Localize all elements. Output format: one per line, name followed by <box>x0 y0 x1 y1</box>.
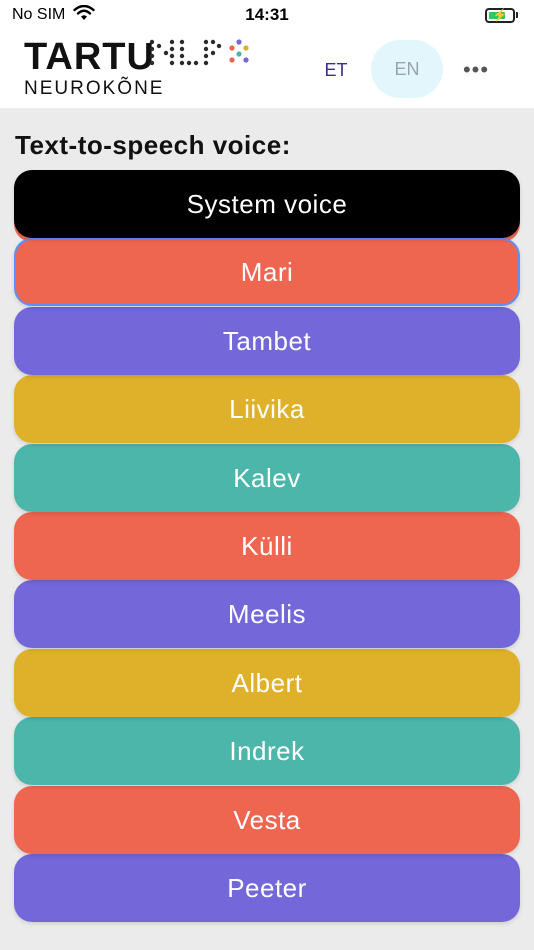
voice-button-label: Kalev <box>233 462 301 493</box>
voice-button-label: Mari <box>240 256 294 287</box>
voice-button-label: Külli <box>241 530 293 561</box>
logo-subtitle: NEUROKÕNE <box>24 78 165 99</box>
voice-button-0[interactable]: System voice <box>14 170 520 238</box>
voice-button-label: Peeter <box>227 872 307 903</box>
voice-button-1[interactable]: Mari <box>14 238 520 306</box>
voice-button-label: Vesta <box>233 804 301 835</box>
voice-button-label: Albert <box>231 667 303 698</box>
voice-button-6[interactable]: Meelis <box>14 580 520 648</box>
voice-button-3[interactable]: Liivika <box>14 375 520 443</box>
voice-button-7[interactable]: Albert <box>14 649 520 717</box>
charging-bolt-icon: ⚡ <box>492 8 508 22</box>
voice-button-label: Tambet <box>222 325 312 356</box>
section-title: Text-to-speech voice: <box>15 130 291 160</box>
battery-indicator: ⚡ <box>485 7 518 23</box>
logo-dots-graphic <box>148 38 258 77</box>
more-icon: ••• <box>462 57 490 82</box>
voice-button-2[interactable]: Tambet <box>14 307 520 375</box>
app-header: TARTU NEUROKÕNE ET EN ••• <box>0 30 534 108</box>
voice-button-10[interactable]: Peeter <box>14 854 520 922</box>
voice-button-label: Meelis <box>227 598 307 629</box>
voice-button-label: System voice <box>186 188 348 219</box>
voice-button-9[interactable]: Vesta <box>14 786 520 854</box>
more-menu-button[interactable]: ••• <box>456 52 496 88</box>
language-en-button[interactable]: EN <box>371 40 443 98</box>
voice-button-label: Liivika <box>229 393 305 424</box>
status-time: 14:31 <box>245 5 289 24</box>
logo-main-text: TARTU <box>24 36 155 78</box>
voice-button-label: Indrek <box>229 735 305 766</box>
content-area: Text-to-speech voice: System voice Mari Ta… <box>0 108 534 950</box>
voice-button-8[interactable]: Indrek <box>14 717 520 785</box>
language-et-button[interactable]: ET <box>310 52 362 88</box>
voice-button-5[interactable]: Külli <box>14 512 520 580</box>
voice-button-4[interactable]: Kalev <box>14 444 520 512</box>
battery-icon: ⚡ <box>485 7 515 23</box>
status-bar: No SIM 14:31 ⚡ <box>0 0 534 30</box>
